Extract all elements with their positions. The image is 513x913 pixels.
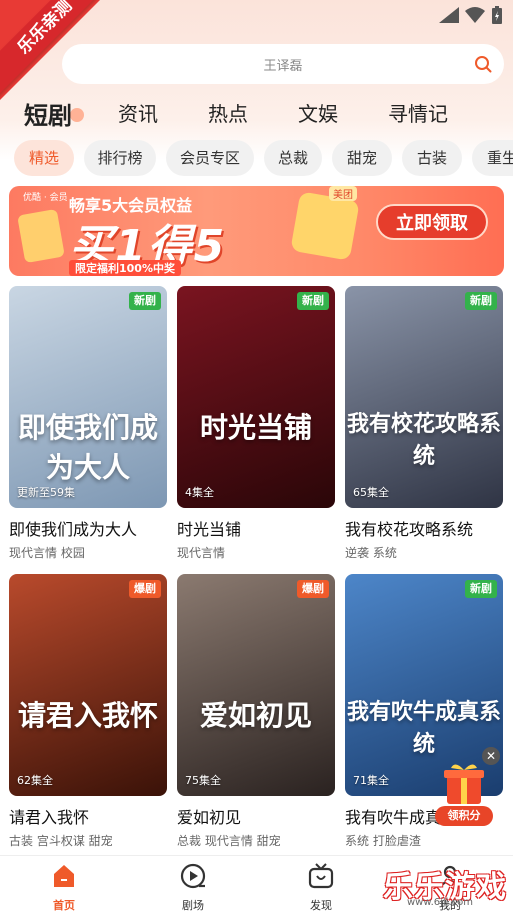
search-placeholder: 王译磊	[263, 58, 303, 74]
chip-vip[interactable]: 会员专区	[166, 140, 254, 176]
points-label: 领积分	[435, 806, 493, 826]
search-bar[interactable]: 王译磊	[62, 44, 504, 84]
drama-title[interactable]: 我有校花攻略系统	[345, 516, 503, 540]
wifi-icon	[465, 7, 485, 23]
episode-count: 75集全	[185, 774, 221, 787]
category-chips: 精选 排行榜 会员专区 总裁 甜宠 古装 重生	[14, 140, 513, 176]
drama-card[interactable]: 请君入我怀 爆剧 62集全 请君入我怀 古装 宫斗权谋 甜宠	[9, 574, 167, 849]
chip-featured[interactable]: 精选	[14, 140, 74, 176]
poster-image[interactable]: 即使我们成为大人 新剧 更新至59集	[9, 286, 167, 508]
poster-image[interactable]: 时光当铺 新剧 4集全	[177, 286, 335, 508]
gift-icon	[444, 764, 484, 804]
poster-image[interactable]: 爱如初见 爆剧 75集全	[177, 574, 335, 796]
poster-image[interactable]: 请君入我怀 爆剧 62集全	[9, 574, 167, 796]
home-icon	[54, 865, 74, 887]
nav-discover-label: 发现	[310, 899, 332, 912]
status-badge: 爆剧	[129, 580, 161, 598]
drama-card[interactable]: 即使我们成为大人 新剧 更新至59集 即使我们成为大人 现代言情 校园	[9, 286, 167, 561]
drama-card[interactable]: 爱如初见 爆剧 75集全 爱如初见 总裁 现代言情 甜宠	[177, 574, 335, 849]
poster-title-art: 请君入我怀	[17, 699, 158, 732]
active-tab-dot	[70, 108, 84, 122]
drama-tags: 现代言情 校园	[9, 546, 85, 560]
drama-title[interactable]: 即使我们成为大人	[9, 516, 167, 540]
status-badge: 新剧	[465, 292, 497, 310]
play-circle-icon	[180, 863, 206, 889]
promo-banner[interactable]: 优酷 · 会员 美团 畅享5大会员权益 买1得5 限定福利100%中奖 立即领取	[9, 186, 504, 276]
drama-card[interactable]: 我有校花攻略系统 新剧 65集全 我有校花攻略系统 逆袭 系统	[345, 286, 503, 561]
tab-news[interactable]: 资讯	[118, 98, 158, 127]
vip-box-icon	[290, 191, 360, 261]
poster-title-art: 即使我们成为大人	[17, 411, 158, 484]
status-badge: 爆剧	[297, 580, 329, 598]
status-badge: 新剧	[129, 292, 161, 310]
drama-card[interactable]: 时光当铺 新剧 4集全 时光当铺 现代言情	[177, 286, 335, 561]
episode-count: 4集全	[185, 486, 214, 499]
chip-ceo[interactable]: 总裁	[264, 140, 322, 176]
top-tabs: 短剧 资讯 热点 文娱 寻情记	[0, 96, 513, 132]
tab-hot[interactable]: 热点	[208, 98, 248, 127]
tab-short-drama[interactable]: 短剧	[24, 96, 72, 131]
drama-tags: 现代言情	[177, 546, 226, 560]
drama-tags: 古装 宫斗权谋 甜宠	[9, 834, 113, 848]
nav-theater-label: 剧场	[182, 899, 204, 912]
chip-ancient[interactable]: 古装	[402, 140, 462, 176]
banner-subtext: 限定福利100%中奖	[69, 260, 181, 276]
nav-home[interactable]: 首页	[34, 862, 94, 913]
watermark-url: www.6jll.com	[406, 897, 473, 908]
poster-title-art: 我有校花攻略系统	[346, 411, 501, 469]
tv-icon	[308, 863, 334, 889]
banner-partner: 美团	[329, 186, 357, 201]
episode-count: 62集全	[17, 774, 53, 787]
drama-tags: 总裁 现代言情 甜宠	[177, 834, 281, 848]
banner-claim-button[interactable]: 立即领取	[376, 204, 488, 240]
battery-icon	[492, 6, 502, 24]
drama-tags: 系统 打脸虐渣	[345, 834, 421, 848]
nav-home-label: 首页	[53, 899, 75, 912]
status-badge: 新剧	[297, 292, 329, 310]
signal-icon	[439, 7, 459, 23]
episode-count: 更新至59集	[17, 486, 75, 499]
chip-ranking[interactable]: 排行榜	[84, 140, 156, 176]
search-icon[interactable]	[474, 55, 492, 73]
chip-sweet[interactable]: 甜宠	[332, 140, 392, 176]
banner-brand: 优酷 · 会员	[23, 193, 68, 203]
chip-rebirth[interactable]: 重生	[472, 140, 513, 176]
app-screen: 乐乐亲测 王译磊 短剧 资讯 热点 文娱 寻情记 精选 排行榜 会员专区 总裁 …	[0, 0, 513, 913]
tab-entertainment[interactable]: 文娱	[298, 98, 338, 127]
episode-count: 71集全	[353, 774, 389, 787]
tab-love-story[interactable]: 寻情记	[388, 98, 448, 127]
drama-title[interactable]: 时光当铺	[177, 516, 335, 540]
poster-title-art: 时光当铺	[199, 411, 312, 444]
drama-title[interactable]: 请君入我怀	[9, 804, 167, 828]
nav-theater[interactable]: 剧场	[163, 862, 223, 913]
poster-title-art: 我有吹牛成真系统	[346, 699, 501, 757]
status-icons	[439, 6, 503, 24]
poster-image[interactable]: 我有校花攻略系统 新剧 65集全	[345, 286, 503, 508]
drama-tags: 逆袭 系统	[345, 546, 397, 560]
drama-title[interactable]: 爱如初见	[177, 804, 335, 828]
status-badge: 新剧	[465, 580, 497, 598]
points-widget[interactable]: 领积分	[435, 760, 493, 826]
poster-title-art: 爱如初见	[199, 699, 312, 732]
gift-box-icon	[17, 208, 65, 264]
nav-discover[interactable]: 发现	[291, 862, 351, 913]
episode-count: 65集全	[353, 486, 389, 499]
